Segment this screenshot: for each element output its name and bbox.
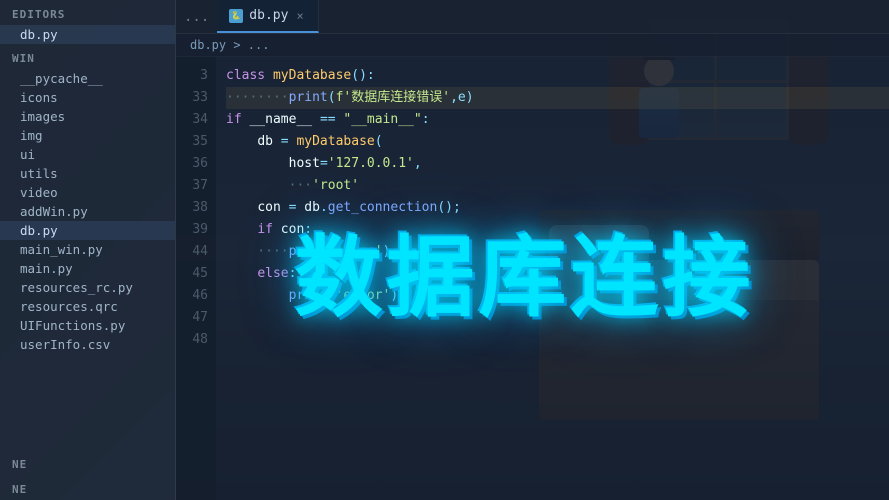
tab-label: db.py — [249, 8, 288, 23]
sidebar-file-uifunctions[interactable]: UIFunctions.py — [0, 316, 175, 335]
line-num-47: 47 — [176, 307, 208, 329]
line-num-34: 34 — [176, 109, 208, 131]
sidebar-folder-utils[interactable]: utils — [0, 164, 175, 183]
win-section-label: WIN — [0, 44, 175, 69]
sidebar-file-dbpy[interactable]: db.py — [0, 221, 175, 240]
sidebar-folder-ui[interactable]: ui — [0, 145, 175, 164]
line-num-3: 3 — [176, 65, 208, 87]
line-num-45: 45 — [176, 263, 208, 285]
sidebar-folder-video[interactable]: video — [0, 183, 175, 202]
line-num-44: 44 — [176, 241, 208, 263]
code-area: 3 33 34 35 36 37 38 39 44 45 46 47 48 cl… — [176, 57, 889, 500]
editor-overlay: EDITORS db.py WIN __pycache__ icons imag… — [0, 0, 889, 500]
sidebar-folder-icons[interactable]: icons — [0, 88, 175, 107]
code-line-33: ········print(f'数据库连接错误',e) — [226, 87, 889, 109]
tab-close-button[interactable]: × — [294, 7, 305, 25]
sidebar: EDITORS db.py WIN __pycache__ icons imag… — [0, 0, 176, 500]
line-num-48: 48 — [176, 329, 208, 351]
sidebar-folder-images[interactable]: images — [0, 107, 175, 126]
sidebar-file-mainwinpy[interactable]: main_win.py — [0, 240, 175, 259]
code-content: class myDatabase(): ········print(f'数据库连… — [216, 57, 889, 500]
line-num-33: 33 — [176, 87, 208, 109]
sidebar-folder-img[interactable]: img — [0, 126, 175, 145]
editor-area: ... 🐍 db.py × db.py > ... 3 33 34 35 36 … — [176, 0, 889, 500]
sidebar-file-addwinpy[interactable]: addWin.py — [0, 202, 175, 221]
editors-section-label: EDITORS — [0, 0, 175, 25]
sidebar-folder-pycache[interactable]: __pycache__ — [0, 69, 175, 88]
bottom-label-2: NE — [0, 475, 175, 500]
python-icon: 🐍 — [229, 9, 243, 23]
sidebar-file-db-py-top[interactable]: db.py — [0, 25, 175, 44]
breadcrumb-text: db.py > ... — [190, 38, 269, 52]
tab-bar: ... 🐍 db.py × — [176, 0, 889, 34]
line-num-36: 36 — [176, 153, 208, 175]
line-num-39: 39 — [176, 219, 208, 241]
line-num-37: 37 — [176, 175, 208, 197]
code-line-37: db = myDatabase( — [226, 131, 889, 153]
line-num-38: 38 — [176, 197, 208, 219]
tab-db-py[interactable]: 🐍 db.py × — [217, 0, 318, 33]
code-line-38: host='127.0.0.1', — [226, 153, 889, 175]
code-line-48: print('error') — [226, 285, 889, 307]
tab-ellipsis: ... — [176, 9, 217, 25]
code-line-45: if con: — [226, 219, 889, 241]
sidebar-file-resources-qrc[interactable]: resources.qrc — [0, 297, 175, 316]
breadcrumb: db.py > ... — [176, 34, 889, 57]
line-numbers: 3 33 34 35 36 37 38 39 44 45 46 47 48 — [176, 57, 216, 500]
line-num-46: 46 — [176, 285, 208, 307]
code-line-44: con = db.get_connection(); — [226, 197, 889, 219]
bottom-label-1: NE — [0, 450, 175, 475]
sidebar-file-mainpy[interactable]: main.py — [0, 259, 175, 278]
code-line-3: class myDatabase(): — [226, 65, 889, 87]
sidebar-file-userinfo[interactable]: userInfo.csv — [0, 335, 175, 354]
code-line-46: ····print('succ') — [226, 241, 889, 263]
code-line-36: if __name__ == "__main__": — [226, 109, 889, 131]
line-num-35: 35 — [176, 131, 208, 153]
code-line-39: ···'root' — [226, 175, 889, 197]
sidebar-file-resources-rc[interactable]: resources_rc.py — [0, 278, 175, 297]
code-line-47: else: — [226, 263, 889, 285]
